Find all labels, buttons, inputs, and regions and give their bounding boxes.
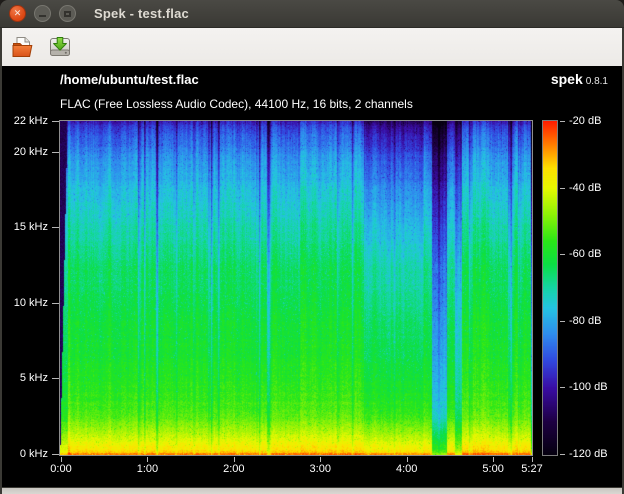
time-tick-label: 1:00 (137, 463, 158, 476)
db-tick (560, 454, 565, 455)
maximize-button[interactable] (59, 5, 76, 22)
time-tick (532, 457, 533, 462)
time-tick (234, 457, 235, 462)
minimize-button[interactable] (34, 5, 51, 22)
freq-tick (52, 152, 59, 153)
close-button[interactable]: ✕ (9, 5, 26, 22)
freq-tick (52, 454, 59, 455)
db-tick (560, 387, 565, 388)
time-tick (320, 457, 321, 462)
time-tick-label: 5:27 (521, 463, 542, 476)
time-tick-label: 4:00 (396, 463, 417, 476)
open-file-button[interactable] (9, 33, 37, 61)
freq-tick-label: 10 kHz (2, 297, 48, 310)
time-tick-label: 0:00 (50, 463, 71, 476)
db-tick-label: -80 dB (569, 315, 601, 328)
save-button[interactable] (46, 33, 74, 61)
spectrogram-canvas (59, 120, 533, 456)
freq-tick (52, 121, 59, 122)
time-tick (61, 457, 62, 462)
freq-tick (52, 303, 59, 304)
freq-tick (52, 378, 59, 379)
time-tick (407, 457, 408, 462)
db-tick-label: -100 dB (569, 381, 608, 394)
db-colorbar (542, 120, 558, 456)
window-resize-edge[interactable] (0, 487, 624, 494)
db-tick-label: -60 dB (569, 248, 601, 261)
time-tick (493, 457, 494, 462)
window-title: Spek - test.flac (94, 6, 189, 21)
time-tick-label: 5:00 (482, 463, 503, 476)
minimize-icon (39, 15, 46, 17)
maximize-icon (64, 11, 71, 17)
db-tick (560, 254, 565, 255)
freq-tick-label: 15 kHz (2, 221, 48, 234)
close-icon: ✕ (14, 9, 22, 18)
toolbar (0, 28, 624, 66)
db-tick-label: -120 dB (569, 448, 608, 461)
freq-tick (52, 227, 59, 228)
folder-open-icon (10, 34, 36, 60)
titlebar[interactable]: ✕ Spek - test.flac (0, 0, 624, 28)
spek-window: ✕ Spek - test.flac (0, 0, 624, 494)
db-tick-label: -40 dB (569, 182, 601, 195)
freq-tick-label: 0 kHz (2, 448, 48, 461)
plot-area: 22 kHz 20 kHz 15 kHz 10 kHz 5 kHz 0 kHz0:00 1:… (2, 66, 622, 487)
save-drive-icon (47, 34, 73, 60)
db-tick (560, 121, 565, 122)
freq-tick-label: 22 kHz (2, 115, 48, 128)
db-tick-label: -20 dB (569, 115, 601, 128)
freq-tick-label: 20 kHz (2, 146, 48, 159)
window-controls: ✕ (9, 5, 76, 22)
db-tick (560, 188, 565, 189)
time-tick-label: 2:00 (223, 463, 244, 476)
freq-tick-label: 5 kHz (2, 372, 48, 385)
time-tick-label: 3:00 (310, 463, 331, 476)
db-tick (560, 321, 565, 322)
spek-content: /home/ubuntu/test.flac spek0.8.1 FLAC (F… (0, 66, 624, 487)
time-tick (147, 457, 148, 462)
